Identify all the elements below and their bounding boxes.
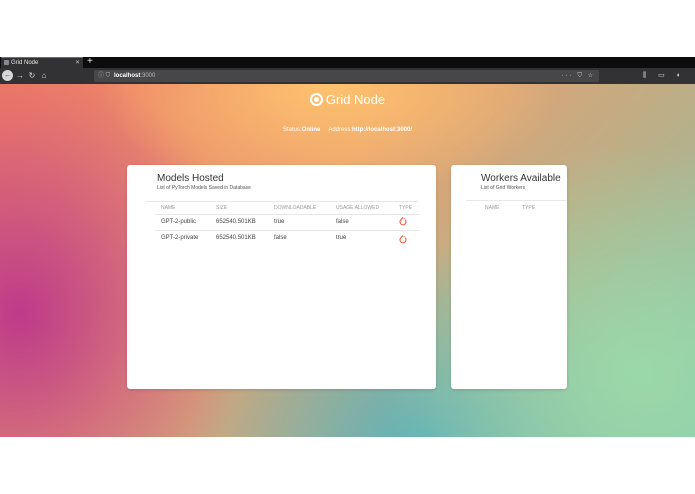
model-size: 652540.501KB: [216, 219, 256, 225]
col-header-type: TYPE: [522, 205, 536, 211]
close-tab-icon[interactable]: ✕: [75, 58, 80, 68]
models-hosted-card: Models Hosted List of PyTorch Models Sav…: [127, 165, 436, 389]
model-name: GPT-2-public: [161, 219, 197, 225]
col-header-downloadable: DOWNLOADABLE: [274, 205, 317, 211]
model-usage-allowed: false: [336, 219, 349, 225]
node-status-line: Status:Online Address:http://localhost:30…: [0, 126, 695, 134]
address-label: Address:: [328, 127, 353, 133]
models-card-subtitle: List of PyTorch Models Saved in Database: [157, 185, 251, 191]
workers-card-title: Workers Available: [481, 173, 561, 184]
row-divider: [155, 230, 419, 231]
col-header-name: NAME: [485, 205, 500, 211]
workers-available-card: Workers Available List of Grid Workers N…: [451, 165, 567, 389]
tab-strip: [0, 57, 695, 68]
site-info-icon[interactable]: ⓘ ⛉: [98, 70, 110, 82]
header-row-divider: [155, 214, 419, 215]
home-button[interactable]: ⌂: [38, 68, 50, 84]
model-name: GPT-2-private: [161, 235, 199, 241]
pytorch-icon: [399, 217, 407, 226]
col-header-type: TYPE: [399, 205, 413, 211]
reload-button[interactable]: ↻: [26, 68, 38, 84]
address-value: http://localhost:3000/: [352, 127, 413, 133]
model-usage-allowed: true: [336, 235, 347, 241]
top-margin: [0, 0, 695, 57]
grid-logo-icon: [309, 93, 323, 106]
status-label: Status:: [282, 127, 302, 133]
model-size: 652540.501KB: [216, 235, 256, 241]
browser-tab[interactable]: Grid Node ✕: [1, 57, 83, 68]
status-value: Online: [301, 127, 321, 133]
page-actions-icon[interactable]: ··· ⛉ ☆: [562, 70, 595, 82]
col-header-usage-allowed: USAGE ALLOWED: [336, 205, 380, 211]
models-card-title: Models Hosted: [157, 173, 224, 184]
col-header-name: NAME: [161, 205, 176, 211]
new-tab-button[interactable]: +: [87, 56, 93, 68]
url-text: localhost:3000: [114, 73, 156, 79]
back-button[interactable]: ←: [2, 70, 13, 81]
brand-header: Grid Node: [0, 92, 695, 108]
toolbar-menu-icons[interactable]: ⫼ ▭ ◐ ≡: [643, 68, 695, 95]
models-divider: [145, 201, 418, 202]
favicon-icon: [4, 60, 9, 65]
pytorch-icon: [399, 235, 407, 244]
workers-divider: [466, 200, 567, 201]
forward-button[interactable]: →: [14, 68, 26, 84]
tab-title: Grid Node: [11, 60, 39, 66]
col-header-size: SIZE: [216, 205, 228, 211]
model-downloadable: false: [274, 235, 287, 241]
workers-card-subtitle: List of Grid Workers: [481, 185, 526, 191]
bottom-margin: [0, 437, 695, 494]
model-downloadable: true: [274, 219, 285, 225]
brand-title: Grid Node: [325, 92, 386, 107]
url-bar[interactable]: ⓘ ⛉ localhost:3000 ··· ⛉ ☆: [94, 70, 599, 82]
